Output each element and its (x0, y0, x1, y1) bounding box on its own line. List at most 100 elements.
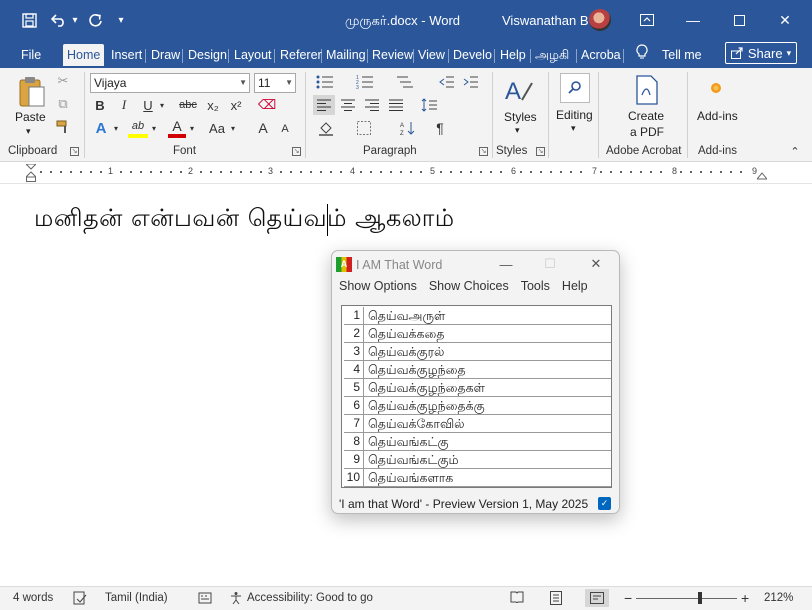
highlight-button[interactable]: ab (128, 118, 148, 138)
font-color-button[interactable]: A (168, 118, 186, 138)
horizontal-ruler[interactable]: 1 2 3 4 5 6 7 8 9 (0, 162, 812, 184)
read-mode-icon[interactable] (510, 591, 524, 606)
collapse-ribbon-icon[interactable]: ⌃ (788, 144, 802, 158)
cut-icon[interactable]: ✂ (55, 73, 71, 89)
search-icon[interactable] (560, 73, 590, 103)
list-item[interactable]: 9 தெய்வங்கட்கும் (344, 451, 611, 469)
numbering-icon[interactable]: 123 (354, 72, 376, 92)
accessibility-icon[interactable] (229, 591, 245, 608)
popup-minimize-button[interactable]: — (492, 253, 520, 275)
undo-dropdown-icon[interactable]: ▾ (70, 10, 80, 30)
list-item[interactable]: 5 தெய்வக்குழந்தைகள் (344, 379, 611, 397)
align-left-icon[interactable] (313, 95, 335, 115)
chevron-down-icon[interactable]: ▾ (112, 118, 120, 138)
paste-dropdown-icon[interactable]: ▾ (26, 126, 31, 137)
sort-icon[interactable]: AZ (398, 118, 418, 138)
font-name-box[interactable]: Vijaya ▼ (90, 73, 250, 93)
menu-help[interactable]: Help (562, 279, 588, 293)
chevron-down-icon[interactable]: ▾ (515, 125, 520, 136)
superscript-button[interactable]: x² (227, 96, 245, 114)
language-indicator[interactable]: Tamil (India) (105, 592, 168, 604)
web-layout-icon[interactable] (585, 589, 609, 607)
zoom-percent[interactable]: 212% (764, 592, 793, 604)
styles-launcher-icon[interactable]: ↘ (536, 147, 545, 156)
preview-checkbox[interactable]: ✓ (598, 497, 611, 510)
menu-show-options[interactable]: Show Options (339, 279, 417, 293)
user-name[interactable]: Viswanathan B (502, 13, 589, 28)
grow-font-button[interactable]: A (255, 118, 271, 138)
chevron-down-icon[interactable]: ▾ (150, 118, 158, 138)
strikethrough-button[interactable]: abc (176, 96, 200, 114)
maximize-button[interactable] (724, 6, 754, 34)
borders-icon[interactable] (354, 118, 374, 138)
customize-qat-icon[interactable]: ▾ (110, 10, 132, 30)
chevron-down-icon[interactable]: ▼ (239, 74, 247, 92)
styles-icon[interactable]: A (503, 74, 535, 106)
zoom-out-button[interactable]: − (624, 590, 632, 606)
menu-show-choices[interactable]: Show Choices (429, 279, 509, 293)
list-item[interactable]: 3 தெய்வக்குரல் (344, 343, 611, 361)
tell-me-search[interactable]: Tell me (662, 44, 702, 68)
tab-layout[interactable]: Layout (234, 44, 272, 68)
redo-icon[interactable] (84, 10, 106, 30)
i-am-that-word-window[interactable]: A I AM That Word — ☐ ✕ Show Options Show… (331, 250, 620, 514)
minimize-button[interactable]: — (678, 6, 708, 34)
close-button[interactable]: ✕ (770, 6, 800, 34)
create-pdf-label-2[interactable]: a PDF (630, 125, 664, 139)
paste-icon[interactable] (14, 74, 50, 110)
tab-view[interactable]: View (418, 44, 445, 68)
list-item[interactable]: 10 தெய்வங்களாக (344, 469, 611, 487)
align-right-icon[interactable] (362, 95, 382, 115)
tab-insert[interactable]: Insert (111, 44, 142, 68)
show-marks-button[interactable]: ¶ (431, 118, 449, 138)
copy-icon[interactable]: ⧉ (55, 96, 71, 112)
print-layout-icon[interactable] (550, 591, 562, 608)
ribbon-display-icon[interactable] (632, 6, 662, 34)
italic-button[interactable]: I (116, 96, 132, 114)
chevron-down-icon[interactable]: ▼ (285, 74, 293, 92)
clear-formatting-icon[interactable]: ⌫ (258, 96, 276, 114)
avatar[interactable] (589, 9, 611, 31)
list-item[interactable]: 2 தெய்வக்கதை (344, 325, 611, 343)
tab-mailings[interactable]: Mailing (326, 44, 366, 68)
zoom-slider-thumb[interactable] (698, 592, 702, 604)
subscript-button[interactable]: x₂ (204, 96, 222, 114)
format-painter-icon[interactable] (55, 119, 71, 135)
tab-home[interactable]: Home (63, 44, 105, 68)
justify-icon[interactable] (386, 95, 406, 115)
editing-button[interactable]: Editing (556, 108, 593, 122)
align-center-icon[interactable] (338, 95, 358, 115)
list-item[interactable]: 8 தெய்வங்கட்கு (344, 433, 611, 451)
font-size-box[interactable]: 11 ▼ (254, 73, 296, 93)
shading-icon[interactable] (315, 118, 337, 138)
text-effects-button[interactable]: A (92, 118, 110, 138)
tab-references[interactable]: Referer (280, 44, 322, 68)
share-button[interactable]: Share ▾ (725, 42, 797, 64)
list-item[interactable]: 7 தெய்வக்கோவில் (344, 415, 611, 433)
multilevel-list-icon[interactable] (394, 72, 416, 92)
underline-button[interactable]: U (140, 96, 156, 114)
indent-marker-icon[interactable] (24, 163, 38, 182)
tab-review[interactable]: Review (372, 44, 413, 68)
create-pdf-label-1[interactable]: Create (628, 109, 664, 123)
increase-indent-icon[interactable] (461, 72, 481, 92)
create-pdf-icon[interactable] (633, 74, 661, 106)
text-predictions-icon[interactable] (198, 591, 212, 608)
popup-close-button[interactable]: ✕ (582, 253, 610, 275)
menu-tools[interactable]: Tools (521, 279, 550, 293)
accessibility-status[interactable]: Accessibility: Good to go (247, 592, 373, 604)
chevron-down-icon[interactable]: ▾ (571, 123, 576, 134)
zoom-in-button[interactable]: + (741, 590, 749, 606)
right-indent-marker-icon[interactable] (755, 169, 769, 180)
bold-button[interactable]: B (92, 96, 108, 114)
clipboard-launcher-icon[interactable]: ↘ (70, 147, 79, 156)
tab-design[interactable]: Design (188, 44, 227, 68)
decrease-indent-icon[interactable] (437, 72, 457, 92)
line-spacing-icon[interactable] (418, 95, 440, 115)
tab-file[interactable]: File (21, 44, 41, 68)
tab-tamil[interactable]: அழகி (535, 44, 569, 68)
shrink-font-button[interactable]: A (278, 120, 292, 138)
addins-button[interactable]: Add-ins (697, 109, 738, 123)
tab-help[interactable]: Help (500, 44, 526, 68)
bullets-icon[interactable] (314, 72, 336, 92)
